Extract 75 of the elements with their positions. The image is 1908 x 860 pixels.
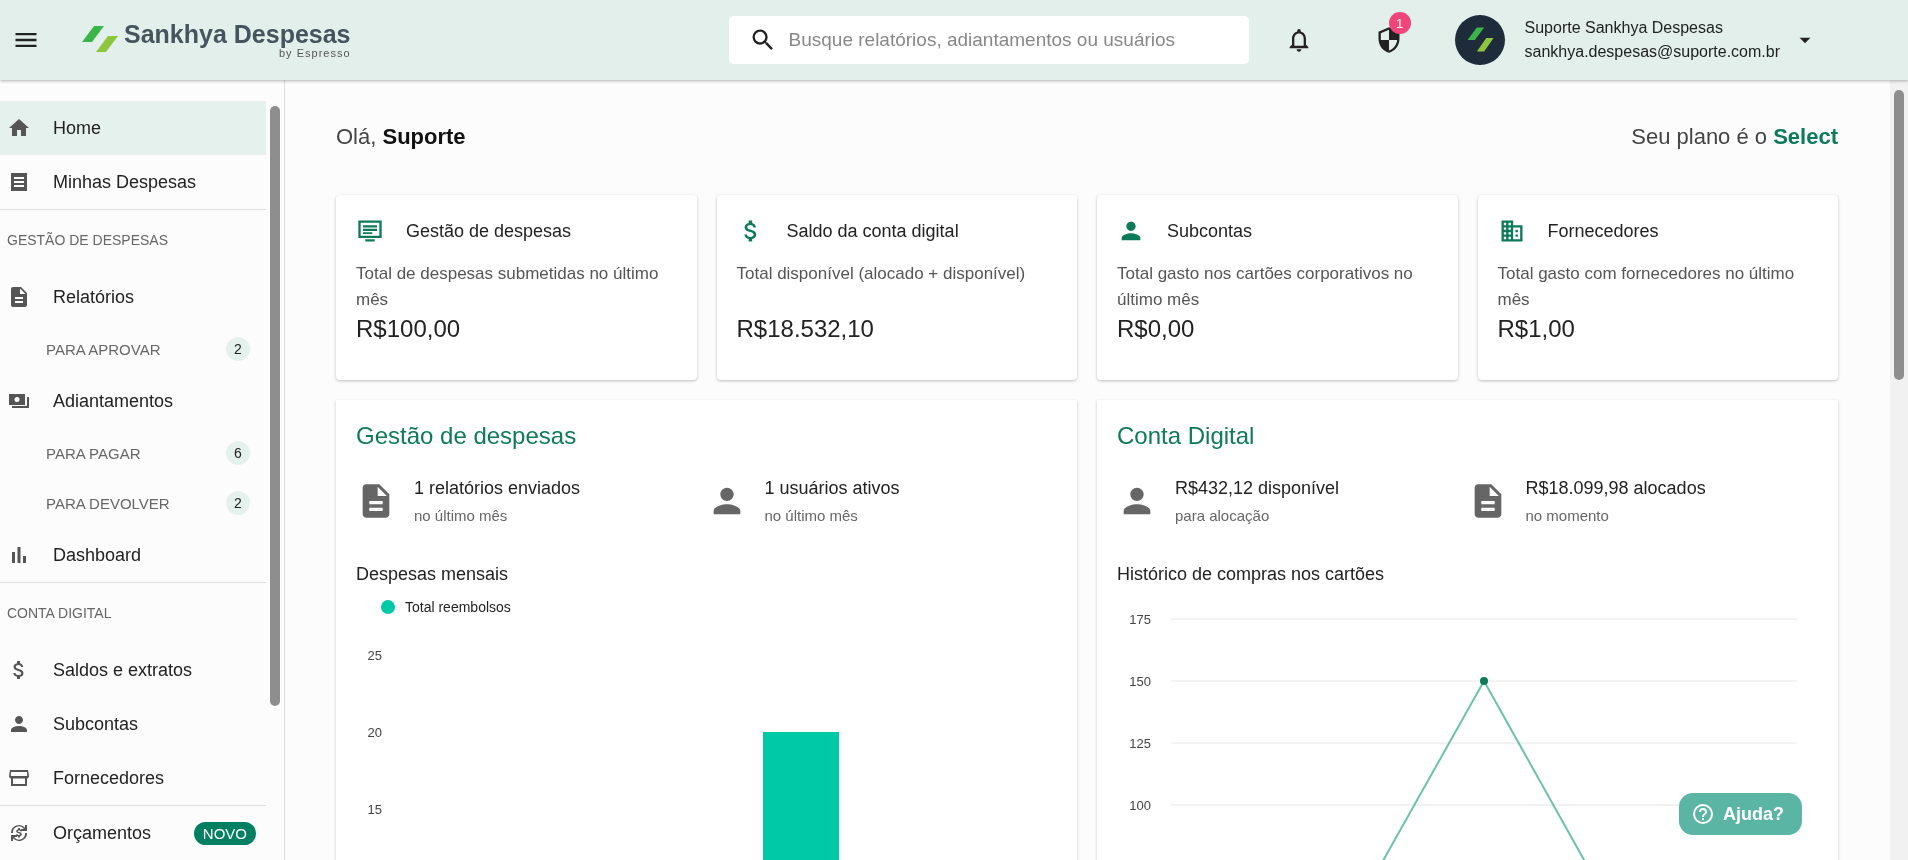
card-description: Total de despesas submetidas no último mês (356, 263, 660, 311)
card-description: Total gasto com fornecedores no último mês (1497, 263, 1796, 311)
card-value: R$100,00 (356, 315, 462, 343)
avatar[interactable] (1454, 15, 1505, 65)
count-badge: 2 (226, 491, 250, 515)
stat-value: R$432,12 disponível (1175, 478, 1340, 499)
stat-value: 1 usuários ativos (764, 478, 900, 499)
count-badge: 6 (226, 441, 250, 465)
scrollbar[interactable] (270, 106, 280, 706)
subitem-label: PARA APROVAR (46, 340, 162, 358)
user-email: sankhya.despesas@suporte.com.br (1524, 43, 1780, 61)
sidebar-subitem[interactable]: PARA DEVOLVER 2 (0, 478, 266, 528)
tick-label: 175 (1129, 612, 1151, 627)
item-label: Minhas Despesas (53, 171, 197, 193)
sidebar-subitem[interactable]: PARA APROVAR 2 (0, 324, 266, 374)
panel-title: Gestão de despesas (356, 422, 578, 450)
sidebar-item[interactable]: Adiantamentos (0, 374, 266, 428)
search-field[interactable]: Busque relatórios, adiantamentos ou usuários (728, 16, 1249, 64)
chart-title: Despesas mensais (356, 564, 510, 585)
card-title: Fornecedores (1547, 220, 1659, 242)
tick-label: 150 (1129, 674, 1151, 689)
legend-dot (381, 600, 395, 614)
stat-caption: para alocação (1175, 507, 1271, 524)
sidebar-item[interactable]: Relatórios (0, 270, 266, 324)
help-icon (1691, 802, 1715, 826)
stat-value: 1 relatórios enviados (414, 478, 581, 499)
chart-title: Histórico de compras nos cartões (1117, 564, 1386, 585)
sidebar-item[interactable]: Subcontas (0, 697, 266, 751)
data-point (1480, 677, 1488, 685)
brand-name: Sankhya Despesas (124, 21, 351, 47)
card-description: Total gasto nos cartões corporativos no último mês (1117, 263, 1414, 311)
user-name: Suporte Sankhya Despesas (1524, 19, 1724, 37)
item-label: Fornecedores (53, 767, 165, 789)
card-value: R$18.532,10 (736, 315, 875, 343)
card-title: Gestão de despesas (406, 220, 572, 242)
stat-caption: no momento (1525, 507, 1610, 524)
section-heading: GESTÃO DE DESPESAS (6, 231, 170, 250)
tick-label: 100 (1129, 798, 1151, 813)
count-badge: 2 (226, 337, 250, 361)
sidebar-subitem[interactable]: PARA PAGAR 6 (0, 428, 266, 478)
item-label: Saldos e extratos (53, 659, 193, 681)
card-value: R$0,00 (1117, 315, 1196, 343)
section-heading: CONTA DIGITAL (6, 604, 113, 623)
plan-label: Seu plano é o Select (1631, 124, 1838, 150)
notification-badge: 1 (1388, 12, 1411, 34)
sidebar-item[interactable]: Orçamentos NOVO (0, 806, 266, 860)
subitem-label: PARA DEVOLVER (46, 494, 171, 512)
card-value: R$1,00 (1497, 315, 1576, 343)
stat-caption: no último mês (414, 507, 509, 524)
item-label: Home (53, 117, 101, 139)
tick-label: 20 (367, 725, 382, 740)
sidebar-item[interactable]: Fornecedores (0, 751, 266, 805)
greeting: Olá, Suporte (336, 124, 466, 150)
stat-caption: no último mês (764, 507, 859, 524)
sidebar-item[interactable]: Saldos e extratos (0, 643, 266, 697)
item-label: Subcontas (53, 713, 139, 735)
stat-value: R$18.099,98 alocados (1525, 478, 1706, 499)
sidebar-item[interactable]: Home (0, 101, 266, 155)
tick-label: 15 (367, 802, 382, 817)
card-title: Subcontas (1167, 220, 1253, 242)
item-label: Dashboard (53, 544, 142, 566)
item-label: Orçamentos (53, 822, 152, 844)
page-scrollbar[interactable] (1894, 90, 1904, 380)
item-label: Relatórios (53, 286, 135, 308)
item-label: Adiantamentos (53, 390, 174, 412)
panel-title: Conta Digital (1117, 422, 1256, 450)
subitem-label: PARA PAGAR (46, 444, 142, 462)
new-tag: NOVO (193, 821, 256, 845)
sidebar-item[interactable]: Minhas Despesas (0, 155, 266, 209)
card-description: Total disponível (alocado + disponível) (736, 263, 1027, 285)
card-title: Saldo da conta digital (786, 220, 959, 242)
legend-label: Total reembolsos (405, 599, 511, 615)
tick-label: 125 (1129, 736, 1151, 751)
tick-label: 25 (367, 648, 382, 663)
sidebar-item[interactable]: Dashboard (0, 528, 266, 582)
